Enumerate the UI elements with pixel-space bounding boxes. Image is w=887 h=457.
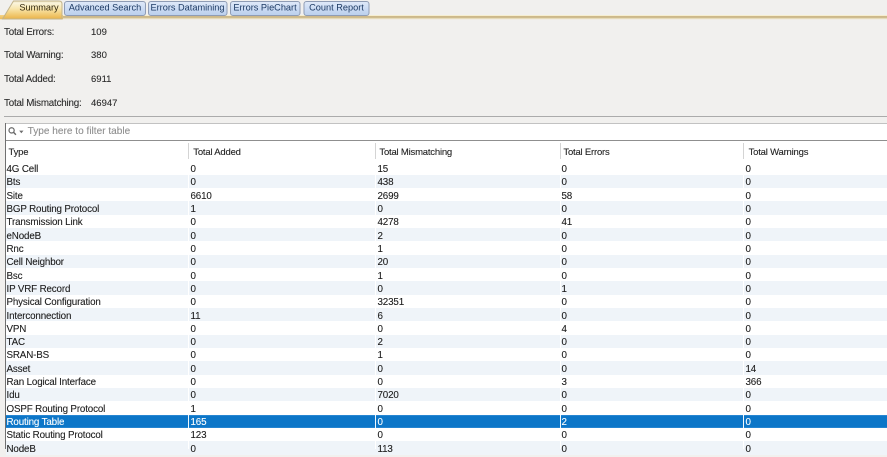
svg-text:Summary: Summary [19, 3, 59, 13]
svg-text:Errors Datamining: Errors Datamining [150, 3, 224, 13]
svg-text:Errors PieChart: Errors PieChart [233, 3, 297, 13]
svg-text:Advanced Search: Advanced Search [69, 3, 142, 13]
svg-text:Count Report: Count Report [309, 3, 364, 13]
